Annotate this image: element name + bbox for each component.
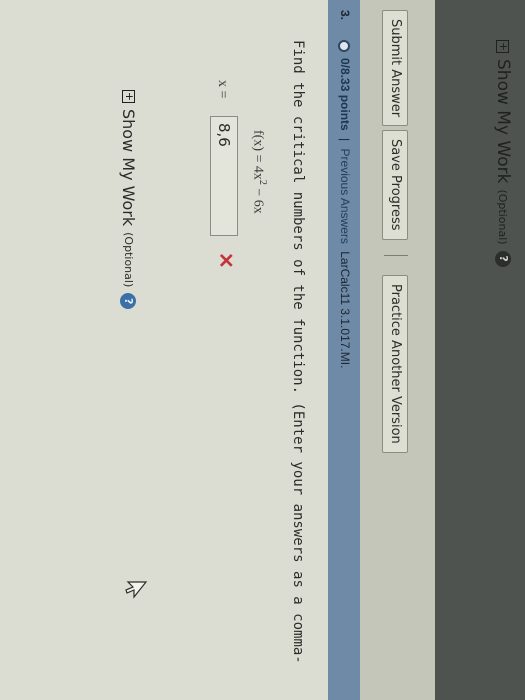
points-label: 0/8.33 points bbox=[338, 58, 352, 131]
save-progress-button[interactable]: Save Progress bbox=[382, 130, 408, 240]
question-number: 3. bbox=[338, 10, 352, 21]
points-status-icon bbox=[338, 40, 350, 52]
incorrect-icon: ✕ bbox=[214, 252, 236, 269]
question-icon[interactable]: ? bbox=[120, 293, 137, 310]
answer-input[interactable]: 8,6 bbox=[210, 116, 238, 236]
action-toolbar: Submit Answer Save Progress Practice Ano… bbox=[360, 0, 435, 700]
meta-separator: | bbox=[338, 138, 352, 142]
question-body: Find the critical numbers of the functio… bbox=[0, 0, 328, 700]
function-lhs: f(x) = 4x bbox=[250, 130, 266, 180]
screen-canvas: + Show My Work (Optional) ? Submit Answe… bbox=[0, 0, 525, 700]
question-header: 3. 0/8.33 points | Previous Answers LarC… bbox=[328, 0, 360, 700]
submit-answer-button[interactable]: Submit Answer bbox=[382, 10, 408, 127]
previous-answers-link[interactable]: Previous Answers bbox=[338, 149, 352, 244]
function-expression: f(x) = 4x2 − 6x bbox=[249, 130, 268, 214]
plus-icon[interactable]: + bbox=[122, 90, 136, 103]
previous-question-footer: + Show My Work (Optional) ? bbox=[435, 0, 525, 700]
show-my-work-toggle[interactable]: + Show My Work (Optional) ? bbox=[119, 90, 138, 310]
question-icon[interactable]: ? bbox=[495, 250, 511, 267]
toolbar-divider bbox=[384, 255, 408, 256]
mouse-cursor-icon bbox=[125, 581, 148, 599]
function-rhs: − 6x bbox=[250, 184, 266, 214]
previous-show-my-work-toggle[interactable]: + Show My Work (Optional) ? bbox=[493, 40, 513, 267]
answer-label: x = bbox=[215, 80, 230, 99]
problem-reference: LarCalc11 3.1.017.MI. bbox=[338, 251, 352, 369]
question-instructions: Find the critical numbers of the functio… bbox=[290, 40, 306, 664]
practice-another-version-button[interactable]: Practice Another Version bbox=[382, 275, 408, 453]
show-my-work-label: Show My Work bbox=[119, 109, 138, 227]
plus-icon[interactable]: + bbox=[496, 40, 511, 53]
optional-label: (Optional) bbox=[122, 232, 135, 288]
show-my-work-label: Show My Work bbox=[493, 59, 513, 184]
optional-label: (Optional) bbox=[496, 189, 510, 245]
question-meta: 0/8.33 points | Previous Answers LarCalc… bbox=[338, 58, 352, 368]
